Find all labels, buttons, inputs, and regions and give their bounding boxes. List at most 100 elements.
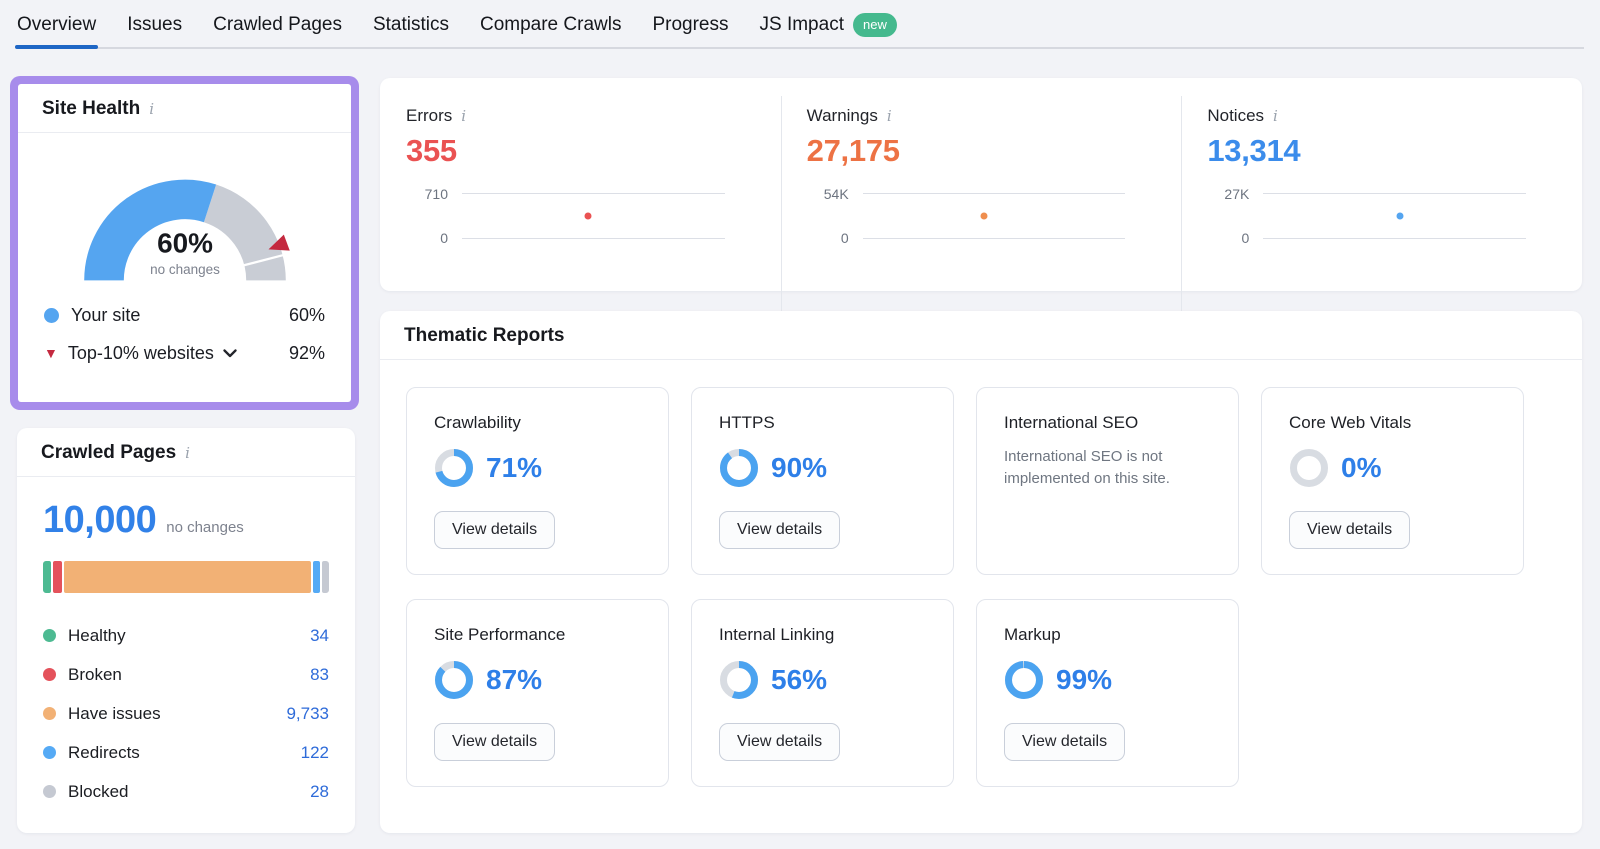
- site-health-gauge: 60% no changes: [18, 133, 351, 288]
- card-title: Core Web Vitals: [1289, 413, 1496, 433]
- card-title: Site Performance: [434, 625, 641, 645]
- spark-point: [585, 213, 592, 220]
- legend-label: Have issues: [68, 704, 161, 724]
- notices-sparkline: 27K 0: [1207, 193, 1552, 239]
- bar-segment-redirects[interactable]: [313, 561, 320, 593]
- crawled-pages-widget: Crawled Pages i 10,000 no changes Health…: [17, 428, 355, 833]
- view-details-button[interactable]: View details: [1004, 723, 1125, 761]
- card-percent: 71%: [486, 452, 542, 484]
- warnings-sparkline: 54K 0: [807, 193, 1152, 239]
- tab-js-impact[interactable]: JS Impact new: [760, 0, 897, 49]
- card-title: HTTPS: [719, 413, 926, 433]
- legend-row-healthy: Healthy 34: [43, 616, 329, 655]
- healthy-dot-icon: [43, 629, 56, 642]
- errors-sparkline: 710 0: [406, 193, 751, 239]
- legend-value: 92%: [289, 343, 325, 364]
- tab-overview[interactable]: Overview: [17, 0, 96, 49]
- card-crawlability: Crawlability 71% View details: [406, 387, 669, 575]
- legend-row-your-site: Your site 60%: [44, 296, 325, 334]
- metric-label: Notices: [1207, 106, 1264, 126]
- tab-label: Issues: [127, 14, 182, 36]
- broken-dot-icon: [43, 668, 56, 681]
- tab-issues[interactable]: Issues: [127, 0, 182, 49]
- metric-notices: Notices i 13,314 27K 0: [1181, 106, 1582, 291]
- bar-segment-have-issues[interactable]: [64, 561, 311, 593]
- axis-max-label: 27K: [1207, 186, 1249, 202]
- view-details-button[interactable]: View details: [719, 723, 840, 761]
- bar-segment-healthy[interactable]: [43, 561, 51, 593]
- progress-ring-icon: [1289, 448, 1329, 488]
- metric-label: Warnings: [807, 106, 878, 126]
- legend-row-redirects: Redirects 122: [43, 733, 329, 772]
- legend-value-link[interactable]: 122: [301, 743, 329, 763]
- site-health-highlight: Site Health i 60% no changes Your site 6…: [10, 76, 359, 410]
- info-icon[interactable]: i: [887, 107, 892, 125]
- spark-point: [1396, 213, 1403, 220]
- tab-label: JS Impact: [760, 14, 844, 36]
- crawled-pages-change: no changes: [166, 519, 244, 536]
- metric-label: Errors: [406, 106, 452, 126]
- issues-summary-widget: Errors i 355 710 0 Warnings i 27,175 54K…: [380, 78, 1582, 291]
- card-site-performance: Site Performance 87% View details: [406, 599, 669, 787]
- legend-label: Broken: [68, 665, 122, 685]
- card-core-web-vitals: Core Web Vitals 0% View details: [1261, 387, 1524, 575]
- have-issues-dot-icon: [43, 707, 56, 720]
- info-icon[interactable]: i: [461, 107, 466, 125]
- tab-label: Crawled Pages: [213, 14, 342, 36]
- info-icon[interactable]: i: [1273, 107, 1278, 125]
- gauge-score-label: 60%: [157, 228, 213, 259]
- metric-value[interactable]: 355: [406, 133, 751, 169]
- metric-value[interactable]: 13,314: [1207, 133, 1552, 169]
- legend-value-link[interactable]: 83: [310, 665, 329, 685]
- benchmark-triangle-icon: ▼: [44, 346, 58, 360]
- crawled-pages-stacked-bar: [43, 561, 329, 593]
- view-details-button[interactable]: View details: [1289, 511, 1410, 549]
- bar-segment-blocked[interactable]: [322, 561, 329, 593]
- info-icon[interactable]: i: [149, 100, 154, 118]
- axis-max-label: 54K: [807, 186, 849, 202]
- view-details-button[interactable]: View details: [434, 511, 555, 549]
- tab-progress[interactable]: Progress: [652, 0, 728, 49]
- metric-warnings: Warnings i 27,175 54K 0: [781, 106, 1182, 291]
- view-details-button[interactable]: View details: [434, 723, 555, 761]
- card-title: Crawlability: [434, 413, 641, 433]
- thematic-reports-title: Thematic Reports: [404, 325, 564, 347]
- gauge-change-label: no changes: [150, 262, 220, 277]
- progress-ring-icon: [434, 448, 474, 488]
- tab-label: Statistics: [373, 14, 449, 36]
- spark-point: [980, 213, 987, 220]
- tab-crawled-pages[interactable]: Crawled Pages: [213, 0, 342, 49]
- blocked-dot-icon: [43, 785, 56, 798]
- card-https: HTTPS 90% View details: [691, 387, 954, 575]
- redirects-dot-icon: [43, 746, 56, 759]
- tab-label: Progress: [652, 14, 728, 36]
- legend-label: Your site: [71, 305, 140, 326]
- legend-row-blocked: Blocked 28: [43, 772, 329, 811]
- your-site-dot-icon: [44, 308, 59, 323]
- tab-statistics[interactable]: Statistics: [373, 0, 449, 49]
- tab-compare-crawls[interactable]: Compare Crawls: [480, 0, 621, 49]
- legend-value-link[interactable]: 34: [310, 626, 329, 646]
- thematic-reports-widget: Thematic Reports Crawlability 71% View d…: [380, 311, 1582, 833]
- bar-segment-broken[interactable]: [53, 561, 62, 593]
- card-internal-linking: Internal Linking 56% View details: [691, 599, 954, 787]
- axis-max-label: 710: [406, 186, 448, 202]
- legend-row-top10: ▼ Top-10% websites 92%: [44, 334, 325, 372]
- crawled-pages-total: 10,000: [43, 499, 156, 542]
- legend-row-have-issues: Have issues 9,733: [43, 694, 329, 733]
- legend-label: Top-10% websites: [68, 343, 214, 364]
- card-title: International SEO: [1004, 413, 1211, 433]
- chevron-down-icon[interactable]: [223, 349, 237, 358]
- legend-value-link[interactable]: 28: [310, 782, 329, 802]
- card-percent: 99%: [1056, 664, 1112, 696]
- card-title: Markup: [1004, 625, 1211, 645]
- legend-value-link[interactable]: 9,733: [286, 704, 329, 724]
- progress-ring-icon: [719, 448, 759, 488]
- info-icon[interactable]: i: [185, 444, 190, 462]
- view-details-button[interactable]: View details: [719, 511, 840, 549]
- metric-value[interactable]: 27,175: [807, 133, 1152, 169]
- card-international-seo: International SEO International SEO is n…: [976, 387, 1239, 575]
- site-health-widget: Site Health i 60% no changes Your site 6…: [18, 84, 351, 402]
- metric-errors: Errors i 355 710 0: [380, 106, 781, 291]
- legend-label: Blocked: [68, 782, 128, 802]
